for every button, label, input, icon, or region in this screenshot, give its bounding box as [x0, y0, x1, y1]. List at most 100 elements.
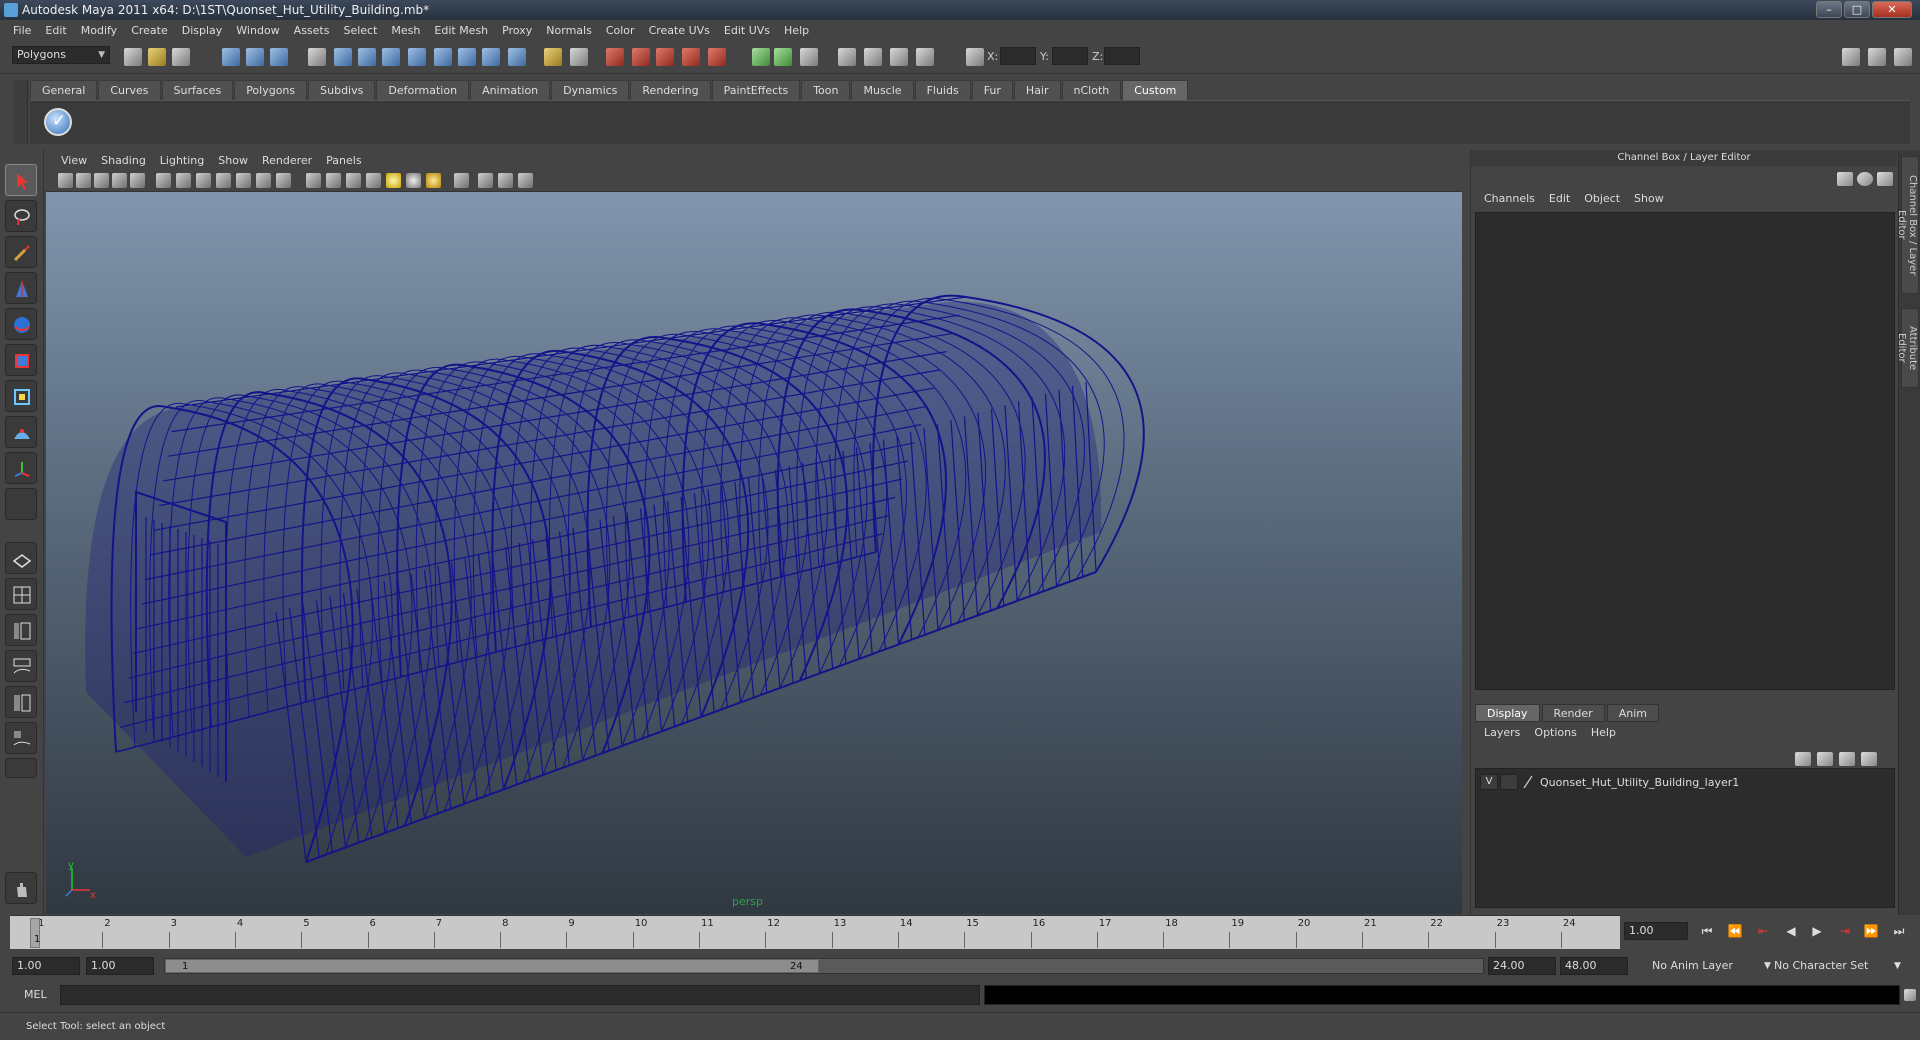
play-backwards-icon[interactable]: ◀: [1782, 922, 1800, 940]
open-scene-icon[interactable]: [148, 48, 166, 66]
shelf-tab-fur[interactable]: Fur: [971, 80, 1013, 100]
select-object-icon[interactable]: [246, 48, 264, 66]
custom-shelf-check-icon[interactable]: [44, 108, 72, 136]
bookmarks-icon[interactable]: [94, 173, 109, 188]
menu-create[interactable]: Create: [124, 24, 175, 37]
xray-joints-icon[interactable]: [498, 173, 513, 188]
menu-window[interactable]: Window: [229, 24, 286, 37]
smooth-shade-icon[interactable]: [326, 173, 341, 188]
image-plane-icon[interactable]: [112, 173, 127, 188]
universal-manipulator-button[interactable]: [5, 380, 37, 412]
safe-title-icon[interactable]: [276, 173, 291, 188]
snap-point-icon[interactable]: [656, 48, 674, 66]
channel-box-display-icon[interactable]: [1837, 172, 1853, 186]
menu-select[interactable]: Select: [336, 24, 384, 37]
select-joints-icon[interactable]: [358, 48, 376, 66]
select-curves-icon[interactable]: [382, 48, 400, 66]
xray-icon[interactable]: [478, 173, 493, 188]
step-back-frame-icon[interactable]: ⏪: [1726, 922, 1744, 940]
menu-help[interactable]: Help: [777, 24, 816, 37]
all-lights-icon[interactable]: [406, 173, 421, 188]
close-button[interactable]: ✕: [1872, 1, 1912, 18]
four-view-layout-button[interactable]: [5, 578, 37, 610]
menu-proxy[interactable]: Proxy: [495, 24, 539, 37]
snap-view-plane-icon[interactable]: [682, 48, 700, 66]
animation-end-field[interactable]: 48.00: [1560, 957, 1628, 975]
perspective-viewport[interactable]: y x persp: [46, 192, 1462, 914]
menu-edit-mesh[interactable]: Edit Mesh: [427, 24, 495, 37]
layer-menu-layers[interactable]: Layers: [1477, 726, 1527, 739]
menu-file[interactable]: File: [6, 24, 38, 37]
channel-box-menu-show[interactable]: Show: [1627, 192, 1671, 205]
select-handles-icon[interactable]: [334, 48, 352, 66]
select-camera-icon[interactable]: [58, 173, 73, 188]
safe-action-icon[interactable]: [256, 173, 271, 188]
wireframe-on-shaded-icon[interactable]: [346, 173, 361, 188]
shelf-tab-animation[interactable]: Animation: [470, 80, 551, 100]
two-d-pan-zoom-icon[interactable]: [130, 173, 145, 188]
highlight-selection-icon[interactable]: [570, 48, 588, 66]
playback-start-field[interactable]: 1.00: [86, 957, 154, 975]
new-layer-from-selection-icon[interactable]: [1861, 752, 1877, 766]
paint-select-tool-button[interactable]: [5, 236, 37, 268]
shelf-tab-custom[interactable]: Custom: [1122, 80, 1189, 100]
range-slider-track[interactable]: 1 24: [164, 958, 1484, 974]
shelf-tab-dynamics[interactable]: Dynamics: [551, 80, 630, 100]
show-manipulator-button[interactable]: [5, 452, 37, 484]
shelf-tab-curves[interactable]: Curves: [98, 80, 161, 100]
command-language-label[interactable]: MEL: [24, 988, 47, 1001]
menu-edit-uvs[interactable]: Edit UVs: [717, 24, 777, 37]
character-set-dropdown[interactable]: No Character Set: [1770, 957, 1890, 975]
move-layer-up-icon[interactable]: [1795, 752, 1811, 766]
shelf-tab-deformation[interactable]: Deformation: [376, 80, 470, 100]
textured-icon[interactable]: [366, 173, 381, 188]
anim-layer-dropdown[interactable]: No Anim Layer: [1648, 957, 1758, 975]
side-tab-channel-box[interactable]: Channel Box / Layer Editor: [1896, 156, 1919, 294]
shelf-tab-polygons[interactable]: Polygons: [234, 80, 308, 100]
command-input[interactable]: [60, 985, 980, 1005]
gate-mask-icon[interactable]: [216, 173, 231, 188]
shelf-tab-general[interactable]: General: [30, 80, 98, 100]
snap-grid-icon[interactable]: [606, 48, 624, 66]
channel-box-speed-icon[interactable]: [1857, 172, 1873, 186]
viewport-menu-shading[interactable]: Shading: [94, 154, 153, 167]
go-to-end-icon[interactable]: ⏭: [1890, 922, 1908, 940]
select-dynamics-icon[interactable]: [458, 48, 476, 66]
toggle-attribute-editor-icon[interactable]: [1842, 48, 1860, 66]
field-chart-icon[interactable]: [236, 173, 251, 188]
lasso-tool-button[interactable]: [5, 200, 37, 232]
step-forward-key-icon[interactable]: ⇥: [1836, 922, 1854, 940]
move-layer-down-icon[interactable]: [1817, 752, 1833, 766]
layer-row[interactable]: V Quonset_Hut_Utility_Building_layer1: [1480, 773, 1890, 791]
select-tool-button[interactable]: [5, 164, 37, 196]
select-misc-icon[interactable]: [508, 48, 526, 66]
menu-display[interactable]: Display: [175, 24, 230, 37]
shelf-grip[interactable]: [14, 80, 28, 144]
viewport-menu-view[interactable]: View: [54, 154, 94, 167]
select-rendering-icon[interactable]: [482, 48, 500, 66]
select-surfaces-icon[interactable]: [408, 48, 426, 66]
default-lighting-icon[interactable]: [386, 173, 401, 188]
shelf-tab-surfaces[interactable]: Surfaces: [161, 80, 234, 100]
layer-tab-anim[interactable]: Anim: [1606, 704, 1659, 722]
channel-box-body[interactable]: [1475, 212, 1895, 690]
channel-box-menu-edit[interactable]: Edit: [1542, 192, 1577, 205]
move-tool-button[interactable]: [5, 272, 37, 304]
paint-weights-button[interactable]: [5, 872, 37, 904]
pick-mask-icon[interactable]: [308, 48, 326, 66]
absolute-transform-icon[interactable]: [966, 48, 984, 66]
save-scene-icon[interactable]: [172, 48, 190, 66]
select-hierarchy-icon[interactable]: [222, 48, 240, 66]
maximize-button[interactable]: □: [1844, 1, 1870, 18]
hypershade-layout-button[interactable]: [5, 686, 37, 718]
single-perspective-layout-button[interactable]: [5, 542, 37, 574]
layer-visibility-toggle[interactable]: V: [1480, 774, 1498, 790]
output-ops-icon[interactable]: [774, 48, 792, 66]
wireframe-icon[interactable]: [306, 173, 321, 188]
lock-selection-icon[interactable]: [544, 48, 562, 66]
viewport-menu-renderer[interactable]: Renderer: [255, 154, 319, 167]
channel-box-pin-icon[interactable]: [1877, 172, 1893, 186]
render-settings-icon[interactable]: [916, 48, 934, 66]
layer-display-type-toggle[interactable]: [1500, 774, 1518, 790]
shelf-tab-rendering[interactable]: Rendering: [630, 80, 711, 100]
